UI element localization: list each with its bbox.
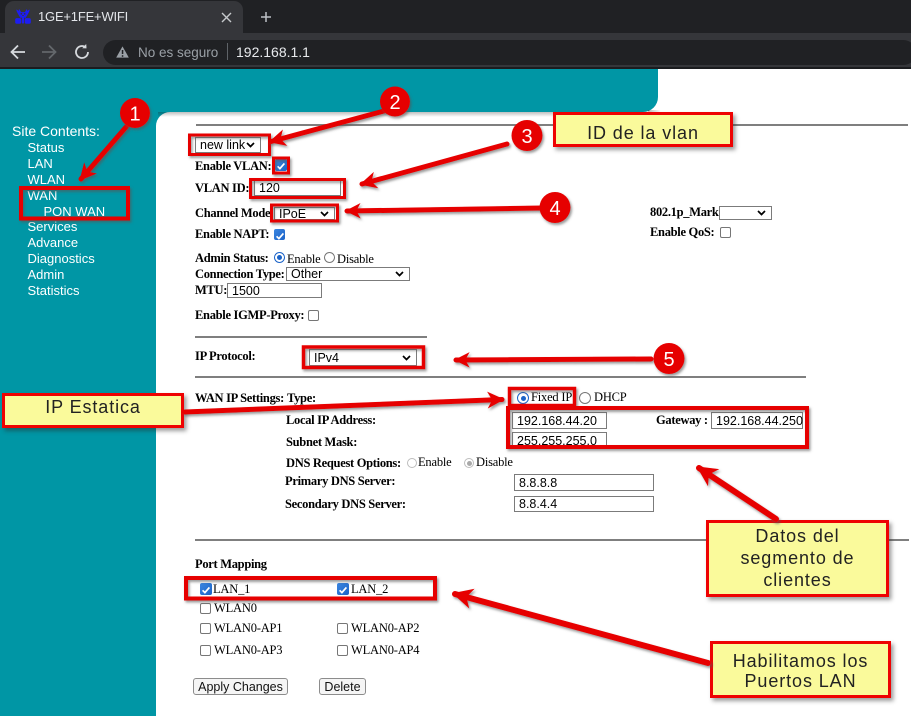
svg-text:5: 5 bbox=[663, 349, 674, 371]
svg-text:1: 1 bbox=[129, 104, 140, 126]
svg-text:2: 2 bbox=[389, 92, 400, 114]
svg-text:3: 3 bbox=[521, 126, 532, 148]
svg-text:4: 4 bbox=[549, 198, 560, 220]
